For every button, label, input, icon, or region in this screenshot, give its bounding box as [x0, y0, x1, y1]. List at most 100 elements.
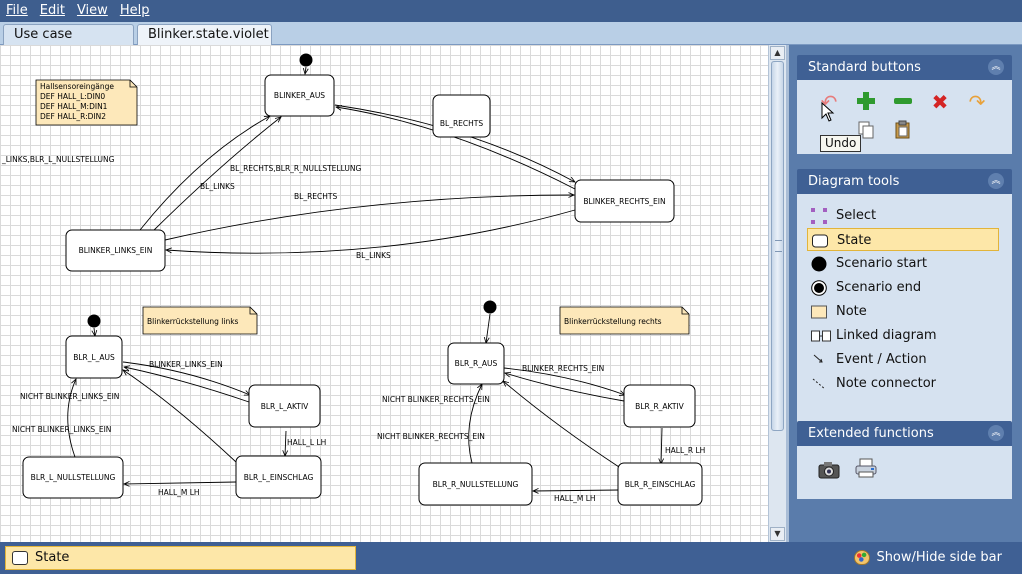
menu-file[interactable]: File	[0, 0, 34, 22]
tool-note-connector[interactable]: Note connector	[807, 372, 999, 395]
extended-functions-header[interactable]: Extended functions ︽	[797, 421, 1012, 446]
extended-functions-title: Extended functions	[808, 426, 934, 441]
diagram-canvas[interactable]: Hallsensoreingänge DEF HALL_L:DIN0 DEF H…	[0, 45, 768, 542]
state-blr-r-aktiv[interactable]: BLR_R_AKTIV	[623, 384, 696, 428]
state-blr-l-aus-label: BLR_L_AUS	[73, 353, 115, 362]
transition-label: BLINKER_LINKS_EIN	[149, 360, 223, 369]
state-blinker-rechts-ein[interactable]: BLINKER_RECHTS_EIN	[574, 179, 675, 223]
tool-state-label: State	[837, 233, 872, 248]
transition-label: NICHT BLINKER_LINKS_EIN	[12, 425, 111, 434]
status-bar: State Show/Hide side bar	[0, 542, 1022, 574]
remove-button[interactable]	[891, 90, 915, 114]
transitions	[67, 66, 662, 491]
tooltip: Undo	[820, 135, 862, 152]
tool-scenario-end-label: Scenario end	[836, 280, 922, 295]
tool-linked-diagram[interactable]: Linked diagram	[807, 324, 999, 347]
note-hallsensor-line-4: DEF HALL_R:DIN2	[40, 112, 106, 121]
scrollbar-thumb[interactable]	[771, 61, 784, 431]
show-hide-side-bar-button[interactable]: Show/Hide side bar	[854, 548, 1002, 568]
tool-scenario-start[interactable]: Scenario start	[807, 252, 999, 275]
state-blr-r-einschlag-label: BLR_R_EINSCHLAG	[625, 480, 696, 489]
tool-event-action-label: Event / Action	[836, 352, 927, 367]
diagram-tools-header[interactable]: Diagram tools ︽	[797, 169, 1012, 194]
transition-label: BL_RECHTS,BLR_R_NULLSTELLUNG	[230, 164, 361, 173]
violet-uml-editor-window: File Edit View Help Use case diagram Bli…	[0, 0, 1022, 574]
state-blr-l-einschlag-label: BLR_L_EINSCHLAG	[244, 473, 314, 482]
plus-icon	[857, 92, 875, 110]
note-hallsensor-line-3: DEF HALL_M:DIN1	[40, 102, 108, 111]
tool-note-label: Note	[836, 304, 867, 319]
start-dot-blr-l[interactable]	[87, 314, 101, 328]
menu-help[interactable]: Help	[114, 0, 156, 22]
state-icon	[12, 551, 28, 565]
scroll-down-icon[interactable]: ▼	[770, 527, 785, 541]
state-blr-l-nullstellung[interactable]: BLR_L_NULLSTELLUNG	[22, 456, 124, 499]
selected-tool-field: State	[5, 546, 356, 570]
tool-state[interactable]: State	[807, 228, 999, 251]
start-dot-blr-r[interactable]	[483, 300, 497, 314]
collapse-icon[interactable]: ︽	[988, 425, 1004, 441]
camera-icon	[818, 462, 840, 479]
redo-button[interactable]: ↷	[965, 90, 989, 114]
scroll-up-icon[interactable]: ▲	[770, 46, 785, 60]
tab-use-case-diagram[interactable]: Use case diagram	[3, 24, 134, 62]
state-blinker-links-ein-label: BLINKER_LINKS_EIN	[79, 246, 153, 255]
menu-view[interactable]: View	[71, 0, 114, 22]
paste-icon	[895, 120, 910, 139]
menu-help-label: Help	[119, 3, 150, 18]
state-blr-l-aktiv[interactable]: BLR_L_AKTIV	[248, 384, 321, 428]
transition-label: BL_RECHTS	[294, 192, 337, 201]
state-bl-rechts[interactable]: BL_RECHTS	[432, 94, 491, 138]
transition-label: _LINKS,BLR_L_NULLSTELLUNG	[1, 155, 115, 164]
note-rueckstellung-links[interactable]: Blinkerrückstellung links	[142, 306, 258, 335]
tool-scenario-end[interactable]: Scenario end	[807, 276, 999, 299]
delete-button[interactable]: ✖	[928, 90, 952, 114]
note-rueckstellung-rechts[interactable]: Blinkerrückstellung rechts	[559, 306, 690, 335]
menu-edit-label: Edit	[39, 3, 65, 18]
standard-buttons-title: Standard buttons	[808, 60, 921, 75]
diagram-tools-title: Diagram tools	[808, 174, 900, 189]
vertical-scrollbar[interactable]: ▲ ▼	[768, 45, 786, 542]
minus-icon	[894, 98, 912, 104]
menu-bar: File Edit View Help	[0, 0, 1022, 22]
tool-event-action[interactable]: Event / Action	[807, 348, 999, 371]
state-blr-r-nullstellung[interactable]: BLR_R_NULLSTELLUNG	[418, 462, 533, 506]
tool-note[interactable]: Note	[807, 300, 999, 323]
standard-buttons-header[interactable]: Standard buttons ︽	[797, 55, 1012, 80]
state-diagram[interactable]: Hallsensoreingänge DEF HALL_L:DIN0 DEF H…	[0, 45, 768, 542]
tool-note-connector-label: Note connector	[836, 376, 937, 391]
tab-blinker-state[interactable]: Blinker.state.violet	[137, 24, 272, 45]
state-blinker-links-ein[interactable]: BLINKER_LINKS_EIN	[65, 229, 166, 272]
note-hallsensor-line-1: Hallsensoreingänge	[40, 82, 114, 91]
menu-edit[interactable]: Edit	[34, 0, 71, 22]
state-bl-rechts-label: BL_RECHTS	[440, 119, 483, 128]
show-hide-side-bar-label: Show/Hide side bar	[876, 550, 1002, 565]
tool-select-label: Select	[836, 208, 877, 223]
note-hallsensor[interactable]: Hallsensoreingänge DEF HALL_L:DIN0 DEF H…	[35, 79, 138, 126]
state-blr-r-einschlag[interactable]: BLR_R_EINSCHLAG	[617, 462, 703, 506]
mouse-cursor-icon	[821, 102, 835, 122]
print-button[interactable]	[854, 458, 878, 482]
paste-button[interactable]	[891, 120, 915, 144]
event-action-icon	[813, 354, 823, 363]
scenario-end-icon	[811, 280, 827, 296]
state-blr-l-aus[interactable]: BLR_L_AUS	[65, 335, 123, 379]
state-blr-l-einschlag[interactable]: BLR_L_EINSCHLAG	[235, 455, 322, 499]
diagram-tools-panel: Diagram tools ︽ Select State Scenario st…	[797, 169, 1012, 431]
add-button[interactable]	[854, 90, 878, 114]
extended-functions-body	[797, 446, 1012, 499]
start-dot-blinker[interactable]	[299, 53, 313, 67]
collapse-icon[interactable]: ︽	[988, 59, 1004, 75]
tool-select[interactable]: Select	[807, 204, 999, 227]
state-blr-r-aus[interactable]: BLR_R_AUS	[447, 342, 505, 385]
transition-label: BL_LINKS	[356, 251, 391, 260]
export-image-button[interactable]	[817, 460, 841, 484]
transition-label: BL_LINKS	[200, 182, 235, 191]
note-rueckstellung-rechts-text: Blinkerrückstellung rechts	[564, 317, 662, 326]
collapse-icon[interactable]: ︽	[988, 173, 1004, 189]
tab-strip: Use case diagram Blinker.state.violet	[0, 22, 1022, 62]
state-blinker-aus[interactable]: BLINKER_AUS	[264, 74, 335, 117]
state-blr-r-aktiv-label: BLR_R_AKTIV	[635, 402, 685, 411]
select-icon	[811, 208, 827, 224]
diagram-tools-body: Select State Scenario start Scenario end…	[797, 194, 1012, 431]
